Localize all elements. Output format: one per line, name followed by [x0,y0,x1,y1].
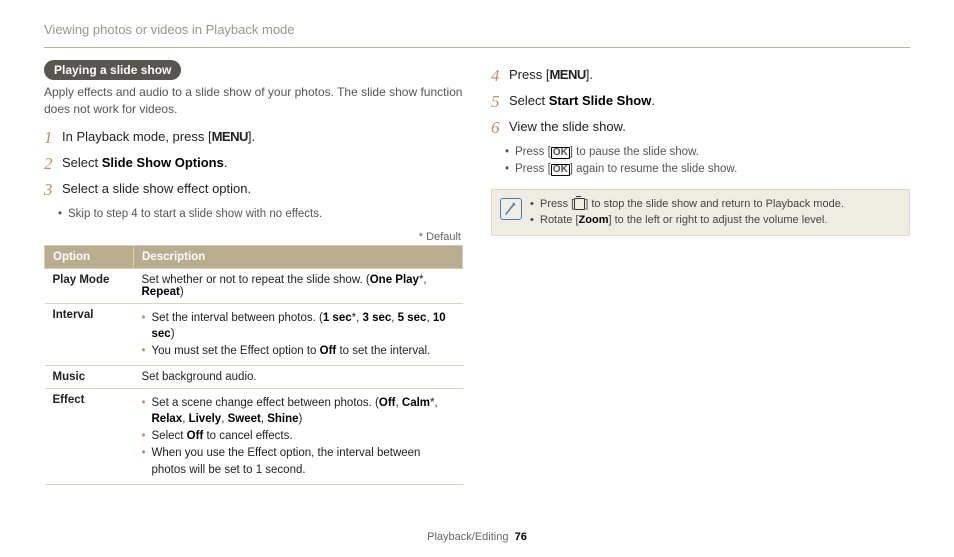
note-icon [500,198,522,220]
step-text: Select Slide Show Options. [62,154,227,174]
step-number: 2 [44,154,62,174]
note-item: Press [] to stop the slide show and retu… [530,196,844,213]
step-sub: Skip to step 4 to start a slide show wit… [44,206,463,223]
section-pill: Playing a slide show [44,60,181,80]
th-option: Option [45,245,134,268]
sub-item: Skip to step 4 to start a slide show wit… [68,206,463,223]
options-table: Option Description Play Mode Set whether… [44,245,463,485]
trash-icon [574,198,585,210]
step-number: 4 [491,66,509,86]
page-header: Viewing photos or videos in Playback mod… [0,0,954,43]
step-number: 5 [491,92,509,112]
step-text: Select Start Slide Show. [509,92,655,112]
page-number: 76 [515,531,527,543]
footer-section: Playback/Editing [427,531,508,543]
step-sub: Press [OK] to pause the slide show. Pres… [491,144,910,179]
header-rule [44,47,910,48]
note-box: Press [] to stop the slide show and retu… [491,189,910,236]
step-number: 6 [491,118,509,138]
note-item: Rotate [Zoom] to the left or right to ad… [530,212,844,229]
ok-icon: OK [551,147,570,159]
step-text: In Playback mode, press [MENU]. [62,128,255,148]
step-text: Select a slide show effect option. [62,180,251,200]
default-note: * Default [44,231,461,243]
step-text: View the slide show. [509,118,626,138]
step-text: Press [MENU]. [509,66,593,86]
ok-icon: OK [551,164,570,176]
table-row: Interval Set the interval between photos… [45,303,463,365]
th-description: Description [134,245,463,268]
table-row: Play Mode Set whether or not to repeat t… [45,268,463,303]
page-footer: Playback/Editing 76 [0,525,954,557]
sub-item: Press [OK] again to resume the slide sho… [515,161,910,178]
intro-text: Apply effects and audio to a slide show … [44,84,463,118]
left-column: Playing a slide show Apply effects and a… [44,60,463,525]
right-column: 4 Press [MENU]. 5 Select Start Slide Sho… [491,60,910,525]
menu-icon: MENU [549,67,585,82]
sub-item: Press [OK] to pause the slide show. [515,144,910,161]
step-number: 1 [44,128,62,148]
table-row: Music Set background audio. [45,366,463,389]
menu-icon: MENU [212,129,248,144]
steps-left: 1 In Playback mode, press [MENU]. 2 Sele… [44,128,463,200]
table-row: Effect Set a scene change effect between… [45,389,463,484]
steps-right: 4 Press [MENU]. 5 Select Start Slide Sho… [491,66,910,138]
step-number: 3 [44,180,62,200]
